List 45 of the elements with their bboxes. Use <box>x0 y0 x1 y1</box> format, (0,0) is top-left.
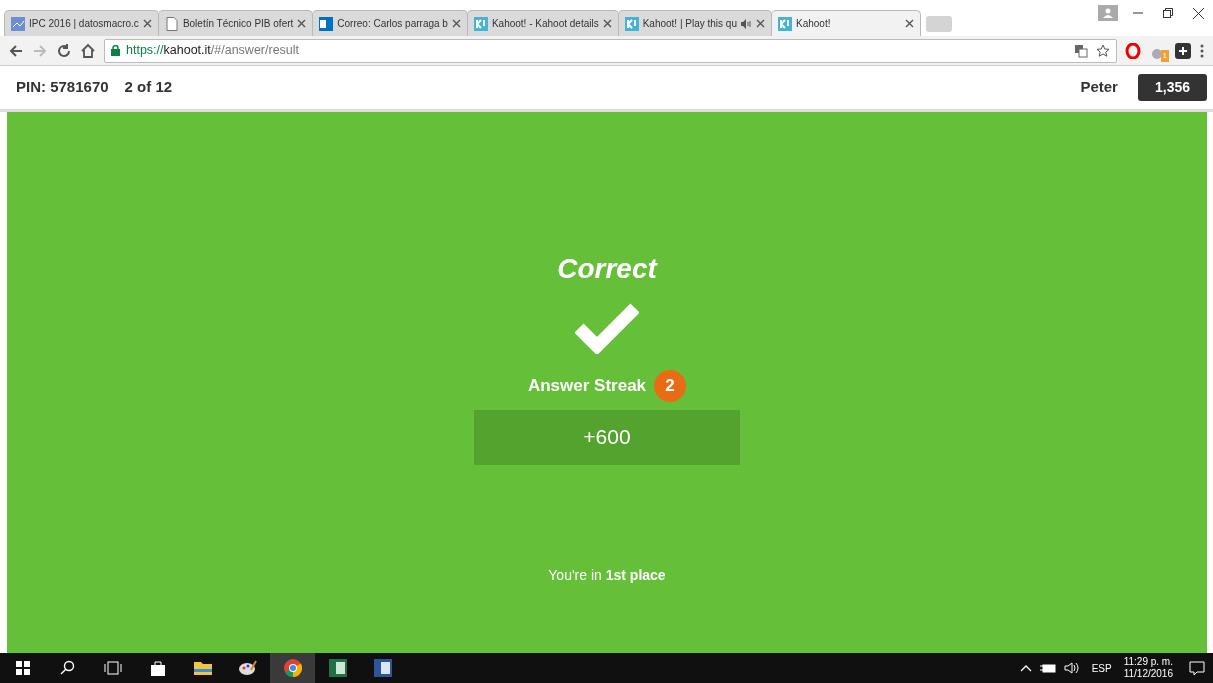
chevron-up-icon[interactable] <box>1019 664 1032 672</box>
streak-label: Answer Streak <box>527 374 647 397</box>
browser-tab[interactable]: Kahoot! | Play this qu <box>617 10 772 36</box>
close-icon[interactable] <box>451 19 461 28</box>
home-icon[interactable] <box>80 42 96 59</box>
extension-icon[interactable] <box>1175 42 1191 59</box>
kahoot-icon <box>778 16 792 31</box>
close-icon[interactable] <box>905 19 914 28</box>
document-icon <box>164 16 179 31</box>
chart-icon <box>11 16 25 31</box>
translate-icon[interactable] <box>1074 43 1088 58</box>
game-pin: PIN: 5781670 <box>16 77 109 98</box>
opera-icon[interactable] <box>1125 42 1141 59</box>
chrome-icon[interactable] <box>270 653 315 683</box>
player-name: Peter <box>1080 77 1118 98</box>
browser-tab[interactable]: Boletín Técnico PIB ofert <box>157 10 314 36</box>
placement-text: You're in 1st place <box>548 565 666 585</box>
battery-icon[interactable] <box>1039 663 1056 673</box>
star-icon[interactable] <box>1096 43 1110 58</box>
mail-icon <box>319 16 334 31</box>
speaker-icon[interactable] <box>1063 662 1080 674</box>
close-icon[interactable] <box>142 19 152 28</box>
notification-icon[interactable] <box>1189 660 1205 676</box>
points-banner: +600 <box>474 409 740 465</box>
result-title: Correct <box>557 252 657 286</box>
clock-time[interactable]: 11:29 p. m. <box>1123 655 1173 668</box>
kahoot-icon <box>473 16 488 31</box>
menu-icon[interactable] <box>1199 42 1205 59</box>
browser-tab[interactable]: IPC 2016 | datosmacro.c <box>4 10 159 36</box>
address-field[interactable]: https://kahoot.it/#/answer/result <box>104 38 1117 63</box>
lock-icon <box>111 45 120 56</box>
kahoot-icon <box>624 16 639 31</box>
browser-tab[interactable]: Kahoot! <box>771 10 921 36</box>
close-icon[interactable] <box>297 19 307 28</box>
language-indicator[interactable]: ESP <box>1091 660 1112 676</box>
score-badge: 1,356 <box>1137 74 1207 101</box>
streak-count: 2 <box>654 369 687 402</box>
browser-tab[interactable]: Kahoot! - Kahoot details <box>466 10 619 36</box>
close-icon[interactable] <box>602 19 612 28</box>
url-text: https://kahoot.it/#/answer/result <box>126 42 300 60</box>
close-icon[interactable] <box>756 19 765 28</box>
browser-tab[interactable]: Correo: Carlos parraga b <box>312 10 468 36</box>
reload-icon[interactable] <box>56 42 72 59</box>
clock-date[interactable]: 11/12/2016 <box>1123 668 1173 681</box>
back-icon[interactable] <box>8 42 24 59</box>
